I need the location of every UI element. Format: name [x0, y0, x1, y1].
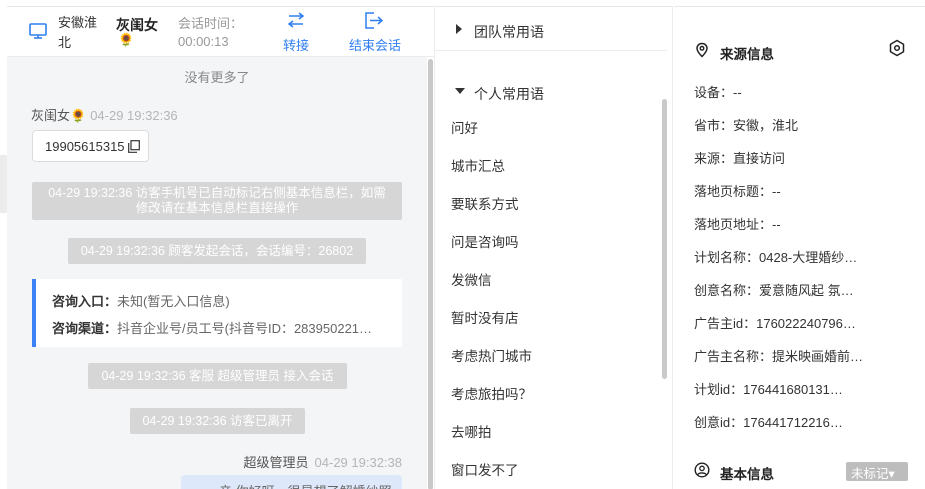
system-message: 04-29 19:32:36 访客已离开	[130, 408, 305, 434]
visitor-location: 安徽淮北	[58, 15, 98, 50]
chat-panel: 安徽淮北 灰闺女 🌻 会话时间： 00:00:13 转接 结束会话 没有更多了 …	[7, 6, 434, 489]
unmarked-tag-dropdown[interactable]: 未标记▾	[846, 462, 908, 481]
phrase-item[interactable]: 要联系方式	[451, 193, 519, 213]
info-row-plan-id: 计划id：176441680131…	[694, 382, 843, 397]
session-time: 00:00:13	[178, 34, 229, 49]
agent-message-meta: 超级管理员 04-29 19:32:38	[244, 452, 402, 471]
source-info-title: 来源信息	[720, 47, 774, 62]
phrase-item[interactable]: 问好	[451, 117, 478, 137]
info-row-device: 设备：--	[694, 85, 742, 100]
consult-info-card: 咨询入口：未知(暂无入口信息) 咨询渠道：抖音企业号/员工号(抖音号ID：283…	[32, 279, 402, 347]
agent-message-bubble: 亲 你好呀，很是想了解婚纱照	[181, 475, 402, 489]
visitor-message-meta: 灰闺女🌻 04-29 19:32:36	[31, 105, 178, 124]
team-phrases-group[interactable]: 团队常用语	[435, 7, 667, 51]
transfer-label: 转接	[282, 38, 309, 53]
info-row-source: 来源：直接访问	[694, 151, 786, 166]
no-more-hint: 没有更多了	[184, 70, 250, 85]
personal-phrases-group[interactable]: 个人常用语	[435, 69, 667, 113]
transfer-button[interactable]: 转接	[279, 11, 313, 55]
message-list[interactable]: 没有更多了 灰闺女🌻 04-29 19:32:36 19905615315 04-…	[7, 57, 427, 489]
basic-info-title: 基本信息	[720, 467, 774, 482]
left-edge-strip	[0, 155, 7, 213]
info-row-landing-url: 落地页地址：--	[694, 217, 781, 232]
chat-header: 安徽淮北 灰闺女 🌻 会话时间： 00:00:13 转接 结束会话	[7, 7, 434, 57]
system-message: 04-29 19:32:36 顾客发起会话，会话编号：26802	[68, 238, 366, 264]
info-row-advertiser-id: 广告主id：176022240796…	[694, 316, 856, 331]
chat-scrollbar[interactable]	[428, 59, 433, 489]
visitor-emoji: 🌻	[118, 32, 135, 47]
exit-icon	[365, 12, 384, 29]
phrase-item[interactable]: 城市汇总	[451, 155, 505, 175]
end-session-button[interactable]: 结束会话	[344, 11, 406, 55]
info-row-creative-id: 创意id：176441712216…	[694, 415, 843, 430]
message-sender: 灰闺女🌻	[31, 108, 87, 123]
phone-message-bubble[interactable]: 19905615315	[32, 130, 149, 162]
settings-icon[interactable]	[888, 39, 906, 57]
session-time-label: 会话时间：	[178, 16, 244, 31]
phrase-item[interactable]: 问是咨询吗	[451, 231, 519, 251]
info-row-landing-title: 落地页标题：--	[694, 184, 781, 199]
personal-phrases-label: 个人常用语	[474, 86, 544, 102]
message-time: 04-29 19:32:38	[314, 455, 402, 470]
system-message: 04-29 19:32:36 客服 超级管理员 接入会话	[88, 363, 347, 389]
phrase-item[interactable]: 考虑热门城市	[451, 345, 532, 365]
info-row-plan-name: 计划名称：0428-大理婚纱…	[694, 250, 858, 265]
consult-channel-label: 咨询渠道：	[52, 321, 118, 336]
phrase-item[interactable]: 窗口发不了	[451, 459, 519, 479]
phrase-item[interactable]: 去哪拍	[451, 421, 492, 441]
consult-channel-row: 咨询渠道：抖音企业号/员工号(抖音号ID：283950221…	[52, 318, 372, 337]
consult-channel-value: 抖音企业号/员工号(抖音号ID：283950221…	[117, 321, 373, 336]
transfer-icon	[287, 12, 305, 28]
phrase-item[interactable]: 考虑旅拍吗？	[451, 383, 532, 403]
info-row-creative-name: 创意名称：爱意随风起 氛…	[694, 283, 854, 298]
location-pin-icon	[696, 42, 708, 58]
monitor-icon	[29, 23, 47, 39]
visitor-info-panel: 来源信息 设备：-- 省市：安徽，淮北 来源：直接访问 落地页标题：-- 落地页…	[674, 6, 925, 489]
consult-entry-label: 咨询入口：	[52, 294, 118, 309]
consult-entry-row: 咨询入口：未知(暂无入口信息)	[52, 291, 230, 310]
consult-entry-value: 未知(暂无入口信息)	[117, 294, 230, 309]
message-sender: 超级管理员	[243, 455, 309, 470]
chat-workspace: 安徽淮北 灰闺女 🌻 会话时间： 00:00:13 转接 结束会话 没有更多了 …	[0, 0, 925, 489]
info-row-province: 省市：安徽，淮北	[694, 118, 799, 133]
copy-icon[interactable]	[128, 140, 140, 153]
phrase-item[interactable]: 发微信	[451, 269, 492, 289]
team-phrases-label: 团队常用语	[474, 24, 544, 40]
common-phrases-panel: 团队常用语 个人常用语 问好 城市汇总 要联系方式 问是咨询吗 发微信 暂时没有…	[434, 6, 673, 489]
end-session-label: 结束会话	[348, 38, 401, 53]
system-message: 04-29 19:32:36 访客手机号已自动标记右侧基本信息栏，如需修改请在基…	[32, 182, 402, 220]
user-circle-icon	[694, 462, 710, 478]
caret-right-icon	[456, 24, 462, 34]
phone-number: 19905615315	[45, 139, 125, 154]
caret-down-icon	[455, 88, 465, 94]
phrase-item[interactable]: 暂时没有店	[451, 307, 519, 327]
message-time: 04-29 19:32:36	[90, 108, 178, 123]
info-row-advertiser-name: 广告主名称：提米映画婚前…	[694, 349, 864, 364]
phrases-scrollbar[interactable]	[662, 99, 667, 379]
